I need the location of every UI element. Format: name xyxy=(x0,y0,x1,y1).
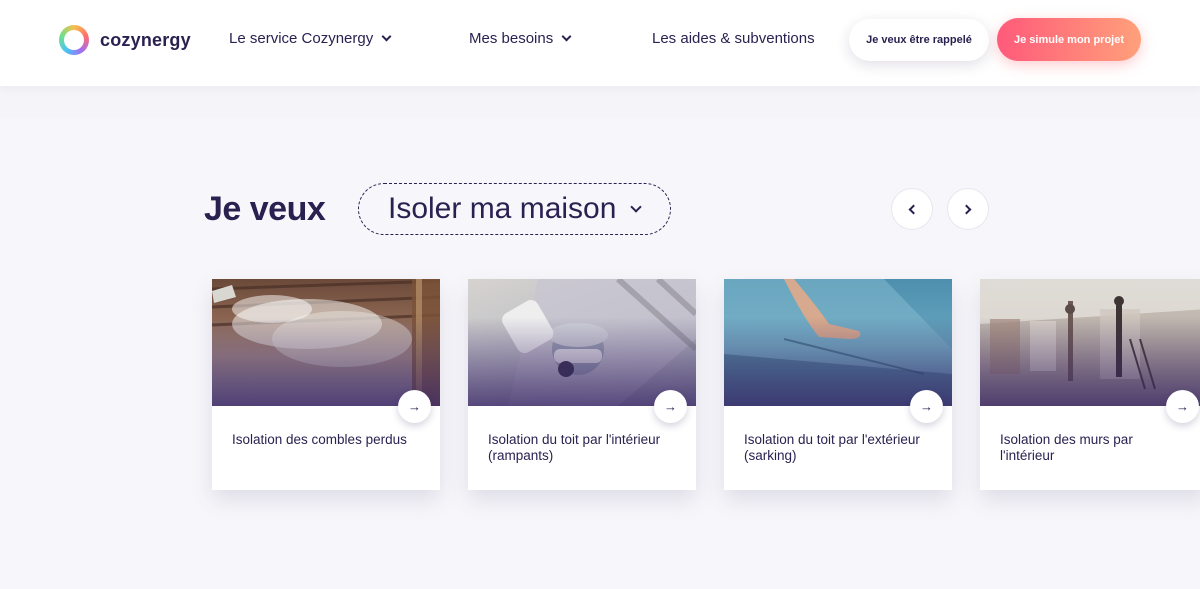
card-title: Isolation du toit par l'extérieur (sarki… xyxy=(744,432,920,463)
nav-item-service[interactable]: Le service Cozynergy xyxy=(229,30,392,47)
nav-item-besoins[interactable]: Mes besoins xyxy=(469,30,572,47)
card-title: Isolation du toit par l'intérieur (rampa… xyxy=(488,432,661,463)
service-card[interactable]: → Isolation des murs par l'intérieur xyxy=(980,279,1200,490)
logo[interactable]: cozynergy xyxy=(59,24,191,56)
chevron-right-icon xyxy=(961,204,972,214)
section-title: Je veux xyxy=(204,190,326,228)
arrow-right-icon[interactable]: → xyxy=(398,390,431,423)
nav-item-label: Les aides & subventions xyxy=(652,30,815,47)
nav-item-aides[interactable]: Les aides & subventions xyxy=(652,30,815,47)
arrow-right-icon[interactable]: → xyxy=(1166,390,1199,423)
chevron-down-icon xyxy=(561,31,572,42)
chevron-down-icon xyxy=(381,31,392,42)
attic-insulation-photo xyxy=(212,279,440,406)
callback-button[interactable]: Je veux être rappelé xyxy=(849,19,989,61)
service-card[interactable]: → Isolation du toit par l'extérieur (sar… xyxy=(724,279,952,490)
chevron-down-icon xyxy=(630,201,643,213)
need-dropdown-value: Isoler ma maison xyxy=(388,192,617,225)
roof-interior-photo xyxy=(468,279,696,406)
section-divider-band xyxy=(0,86,1200,118)
arrow-right-icon[interactable]: → xyxy=(910,390,943,423)
arrow-right-icon[interactable]: → xyxy=(654,390,687,423)
card-title: Isolation des murs par l'intérieur xyxy=(1000,432,1133,463)
site-header: cozynergy Le service Cozynergy Mes besoi… xyxy=(0,0,1200,86)
service-card[interactable]: → Isolation du toit par l'intérieur (ram… xyxy=(468,279,696,490)
logo-text: cozynergy xyxy=(100,29,191,50)
simulate-project-button[interactable]: Je simule mon projet xyxy=(997,18,1141,61)
logo-ring-icon xyxy=(59,25,89,55)
card-title: Isolation des combles perdus xyxy=(232,432,407,447)
nav-item-label: Mes besoins xyxy=(469,30,554,47)
roof-exterior-photo xyxy=(724,279,952,406)
nav-item-label: Le service Cozynergy xyxy=(229,30,374,47)
carousel-prev-button[interactable] xyxy=(891,188,933,230)
wall-interior-photo xyxy=(980,279,1200,406)
service-card[interactable]: → Isolation des combles perdus xyxy=(212,279,440,490)
chevron-left-icon xyxy=(908,204,919,214)
need-dropdown[interactable]: Isoler ma maison xyxy=(358,183,671,235)
carousel-next-button[interactable] xyxy=(947,188,989,230)
